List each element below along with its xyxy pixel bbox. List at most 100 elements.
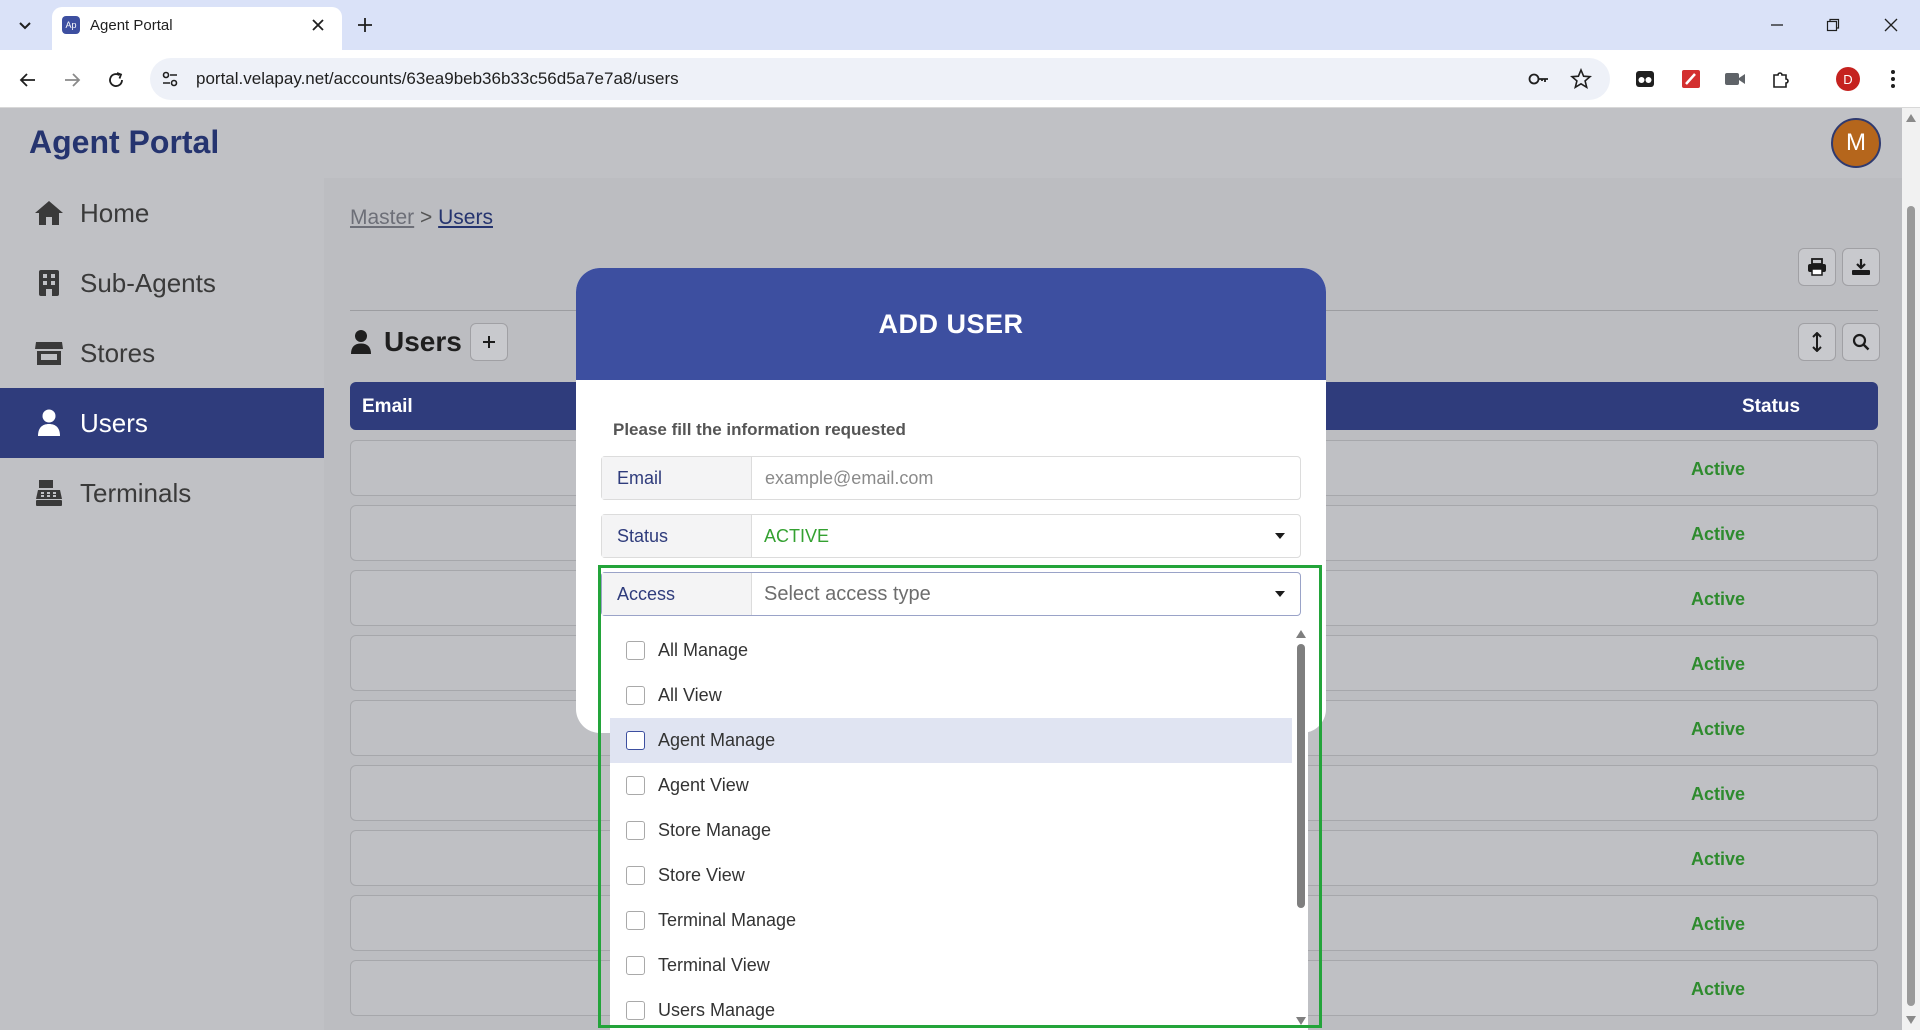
- print-button[interactable]: [1798, 248, 1836, 286]
- email-field[interactable]: [752, 457, 1300, 499]
- access-options-dropdown: All Manage All View Agent Manage Agent V…: [610, 628, 1308, 1030]
- browser-tab[interactable]: Ap Agent Portal: [52, 7, 342, 50]
- column-header-status[interactable]: Status: [1742, 396, 1800, 418]
- back-arrow-icon[interactable]: [14, 66, 42, 94]
- search-button[interactable]: [1842, 323, 1880, 361]
- sidebar-item-users[interactable]: Users: [0, 388, 324, 458]
- download-icon: [1851, 258, 1871, 276]
- status-label: Status: [602, 515, 752, 557]
- option-checkbox[interactable]: [626, 821, 645, 840]
- breadcrumb-master-link[interactable]: Master: [350, 206, 414, 229]
- kebab-menu-icon[interactable]: [1880, 66, 1906, 92]
- status-value: ACTIVE: [764, 526, 830, 546]
- access-option-agent-manage[interactable]: Agent Manage: [610, 718, 1292, 763]
- sidebar-item-label: Users: [80, 407, 148, 438]
- status-badge: Active: [1691, 589, 1746, 609]
- modal-header: ADD USER: [576, 268, 1326, 380]
- option-checkbox[interactable]: [626, 641, 645, 660]
- tab-search-icon[interactable]: [12, 12, 38, 38]
- extensions-puzzle-icon[interactable]: [1768, 66, 1794, 92]
- print-icon: [1807, 258, 1827, 276]
- option-label: Agent View: [658, 775, 749, 795]
- user-icon: [350, 329, 372, 355]
- sidebar-item-label: Terminals: [80, 477, 192, 508]
- status-select[interactable]: Status ACTIVE: [601, 514, 1301, 558]
- sidebar-item-label: Stores: [80, 337, 156, 368]
- sort-button[interactable]: [1798, 323, 1836, 361]
- access-option-terminal-manage[interactable]: Terminal Manage: [610, 898, 1292, 943]
- extension-pen-icon[interactable]: [1678, 66, 1704, 92]
- status-badge: Active: [1691, 979, 1746, 999]
- status-badge: Active: [1691, 719, 1746, 739]
- access-placeholder: Select access type: [764, 583, 931, 605]
- download-button[interactable]: [1842, 248, 1880, 286]
- sidebar-item-home[interactable]: Home: [0, 178, 324, 248]
- access-option-terminal-view[interactable]: Terminal View: [610, 943, 1292, 988]
- scroll-down-arrow-icon[interactable]: [1296, 1017, 1306, 1025]
- sidebar-item-stores[interactable]: Stores: [0, 318, 324, 388]
- access-option-store-manage[interactable]: Store Manage: [610, 808, 1292, 853]
- plus-icon: [481, 334, 497, 350]
- access-select[interactable]: Access Select access type: [601, 572, 1301, 616]
- email-label: Email: [602, 457, 752, 499]
- option-label: Store View: [658, 865, 745, 885]
- users-heading: Users: [350, 326, 462, 358]
- breadcrumb-users-link[interactable]: Users: [438, 206, 493, 229]
- scroll-up-arrow-icon[interactable]: [1296, 630, 1306, 638]
- app-logo[interactable]: Agent Portal: [29, 124, 219, 161]
- address-bar[interactable]: portal.velapay.net/accounts/63ea9beb36b3…: [150, 58, 1610, 100]
- status-badge: Active: [1691, 459, 1746, 479]
- option-checkbox[interactable]: [626, 686, 645, 705]
- dropdown-scrollbar[interactable]: [1294, 628, 1308, 1030]
- status-badge: Active: [1691, 654, 1746, 674]
- option-checkbox[interactable]: [626, 776, 645, 795]
- user-avatar[interactable]: M: [1831, 118, 1881, 168]
- scrollbar-thumb[interactable]: [1907, 206, 1915, 1006]
- minimize-icon[interactable]: [1762, 12, 1792, 38]
- column-header-email[interactable]: Email: [362, 396, 413, 418]
- password-key-icon[interactable]: [1528, 69, 1550, 89]
- option-checkbox[interactable]: [626, 956, 645, 975]
- sidebar-item-terminals[interactable]: Terminals: [0, 458, 324, 528]
- new-tab-icon[interactable]: [352, 12, 378, 38]
- app-header: Agent Portal M: [0, 108, 1902, 178]
- option-label: Terminal Manage: [658, 910, 797, 930]
- restore-icon[interactable]: [1818, 12, 1848, 38]
- option-checkbox[interactable]: [626, 1001, 645, 1020]
- browser-profile-avatar[interactable]: D: [1836, 67, 1860, 91]
- extension-camera-icon[interactable]: [1722, 66, 1748, 92]
- bookmark-star-icon[interactable]: [1570, 68, 1592, 90]
- sidebar-item-label: Sub-Agents: [80, 267, 216, 298]
- forward-arrow-icon[interactable]: [58, 66, 86, 94]
- add-user-button[interactable]: [470, 323, 508, 361]
- user-icon: [34, 408, 64, 438]
- option-checkbox[interactable]: [626, 866, 645, 885]
- reload-icon[interactable]: [102, 66, 130, 94]
- option-label: All View: [658, 685, 722, 705]
- option-checkbox[interactable]: [626, 731, 645, 750]
- access-option-store-view[interactable]: Store View: [610, 853, 1292, 898]
- scroll-down-arrow-icon[interactable]: [1906, 1016, 1916, 1024]
- scroll-up-arrow-icon[interactable]: [1906, 114, 1916, 122]
- access-option-all-manage[interactable]: All Manage: [610, 628, 1292, 673]
- access-option-agent-view[interactable]: Agent View: [610, 763, 1292, 808]
- home-icon: [34, 198, 64, 228]
- sidebar-item-sub-agents[interactable]: Sub-Agents: [0, 248, 324, 318]
- option-checkbox[interactable]: [626, 911, 645, 930]
- option-label: Agent Manage: [658, 730, 776, 750]
- extension-glasses-icon[interactable]: [1632, 66, 1658, 92]
- status-badge: Active: [1691, 849, 1746, 869]
- access-option-users-manage[interactable]: Users Manage: [610, 988, 1292, 1030]
- option-label: Users Manage: [658, 1000, 776, 1020]
- status-badge: Active: [1691, 524, 1746, 544]
- access-option-all-view[interactable]: All View: [610, 673, 1292, 718]
- site-info-icon[interactable]: [160, 69, 180, 89]
- scrollbar-thumb[interactable]: [1297, 644, 1305, 908]
- caret-down-icon: [1274, 588, 1286, 600]
- breadcrumb-separator: >: [420, 206, 433, 229]
- breadcrumb: Master > Users: [350, 206, 493, 230]
- close-tab-icon[interactable]: [308, 15, 328, 35]
- page-scrollbar[interactable]: [1902, 108, 1920, 1030]
- window-close-icon[interactable]: [1876, 12, 1906, 38]
- search-icon: [1852, 333, 1870, 351]
